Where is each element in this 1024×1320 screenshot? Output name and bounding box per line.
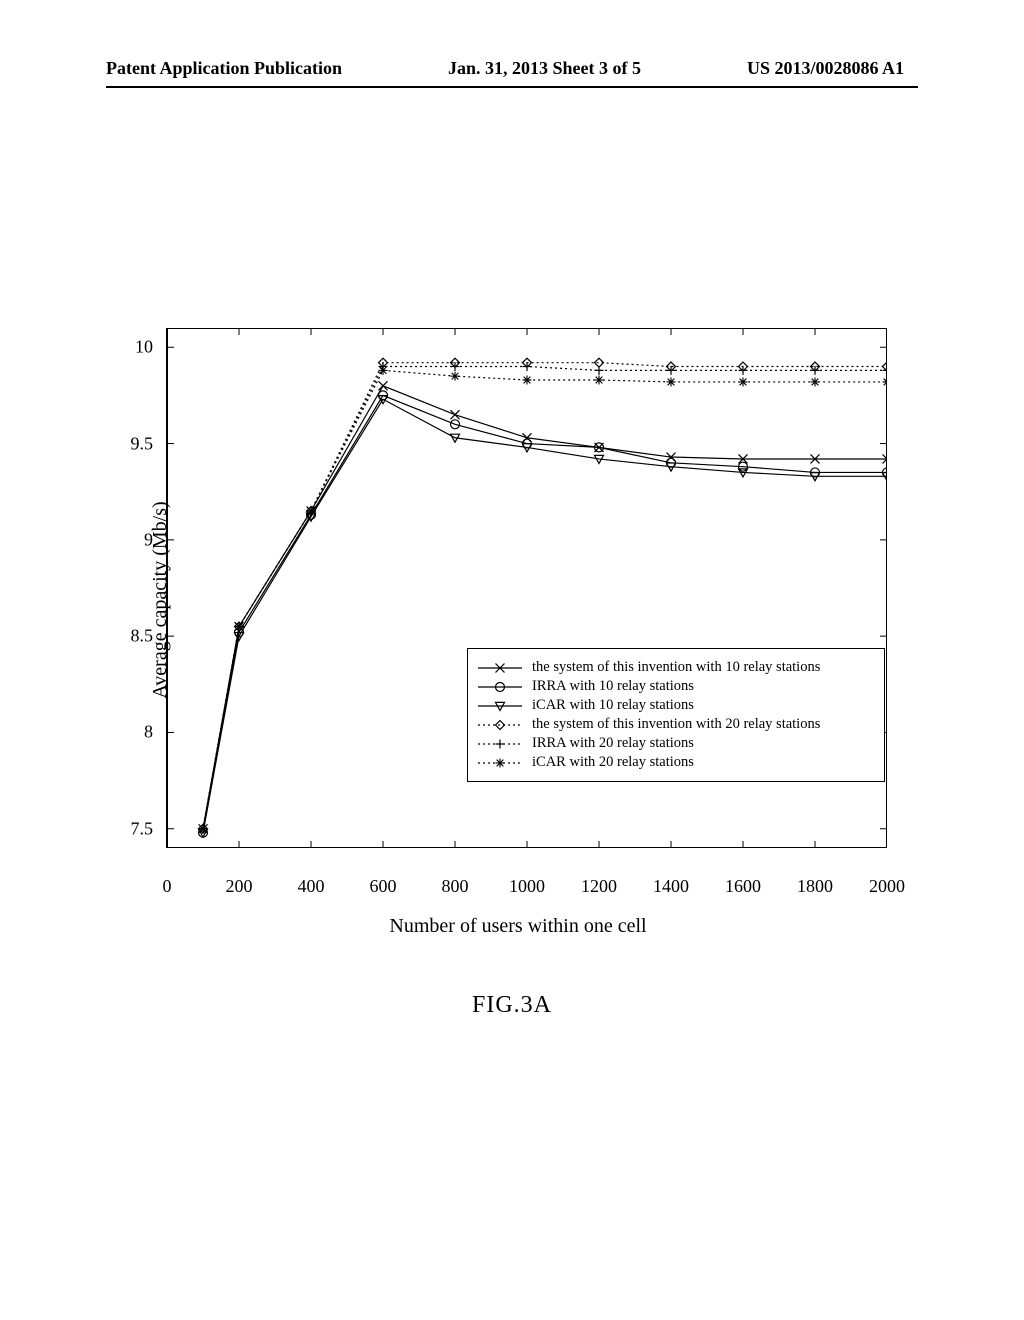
x-tick-label: 1600 bbox=[725, 876, 761, 897]
header-right: US 2013/0028086 A1 bbox=[747, 58, 904, 79]
y-tick-label: 9.5 bbox=[131, 433, 154, 454]
y-tick-label: 8 bbox=[144, 722, 153, 743]
y-tick-label: 9 bbox=[144, 529, 153, 550]
x-tick-label: 0 bbox=[163, 876, 172, 897]
header-left: Patent Application Publication bbox=[106, 58, 342, 79]
x-axis-label: Number of users within one cell bbox=[389, 915, 646, 938]
legend-entry: iCAR with 10 relay stations bbox=[478, 697, 874, 714]
x-tick-label: 2000 bbox=[869, 876, 905, 897]
x-tick-label: 200 bbox=[226, 876, 253, 897]
x-tick-label: 600 bbox=[370, 876, 397, 897]
legend-entry: the system of this invention with 10 rel… bbox=[478, 659, 874, 676]
legend-swatch bbox=[478, 718, 522, 732]
y-tick-label: 7.5 bbox=[131, 818, 154, 839]
x-tick-label: 1400 bbox=[653, 876, 689, 897]
legend-label: iCAR with 10 relay stations bbox=[532, 697, 694, 714]
figure-caption: FIG.3A bbox=[472, 992, 552, 1019]
legend-label: IRRA with 20 relay stations bbox=[532, 735, 694, 752]
figure-3a: Average capacity (Mb/s) Number of users … bbox=[128, 320, 908, 880]
legend-label: IRRA with 10 relay stations bbox=[532, 678, 694, 695]
chart-container: Average capacity (Mb/s) Number of users … bbox=[128, 320, 908, 880]
x-tick-label: 1200 bbox=[581, 876, 617, 897]
legend-entry: IRRA with 20 relay stations bbox=[478, 735, 874, 752]
page-header: Patent Application Publication Jan. 31, … bbox=[0, 58, 1024, 79]
x-tick-label: 400 bbox=[298, 876, 325, 897]
legend-label: the system of this invention with 10 rel… bbox=[532, 659, 820, 676]
x-tick-label: 1800 bbox=[797, 876, 833, 897]
chart-legend: the system of this invention with 10 rel… bbox=[467, 648, 885, 782]
legend-swatch bbox=[478, 661, 522, 675]
header-rule bbox=[106, 86, 918, 88]
x-tick-label: 800 bbox=[442, 876, 469, 897]
legend-entry: the system of this invention with 20 rel… bbox=[478, 716, 874, 733]
x-tick-label: 1000 bbox=[509, 876, 545, 897]
legend-swatch bbox=[478, 680, 522, 694]
legend-entry: iCAR with 20 relay stations bbox=[478, 754, 874, 771]
y-tick-label: 10 bbox=[135, 337, 153, 358]
plot-area: the system of this invention with 10 rel… bbox=[166, 328, 886, 848]
legend-swatch bbox=[478, 737, 522, 751]
legend-swatch bbox=[478, 756, 522, 770]
legend-label: iCAR with 20 relay stations bbox=[532, 754, 694, 771]
legend-swatch bbox=[478, 699, 522, 713]
legend-entry: IRRA with 10 relay stations bbox=[478, 678, 874, 695]
header-mid: Jan. 31, 2013 Sheet 3 of 5 bbox=[448, 58, 641, 79]
y-tick-label: 8.5 bbox=[131, 626, 154, 647]
legend-label: the system of this invention with 20 rel… bbox=[532, 716, 820, 733]
